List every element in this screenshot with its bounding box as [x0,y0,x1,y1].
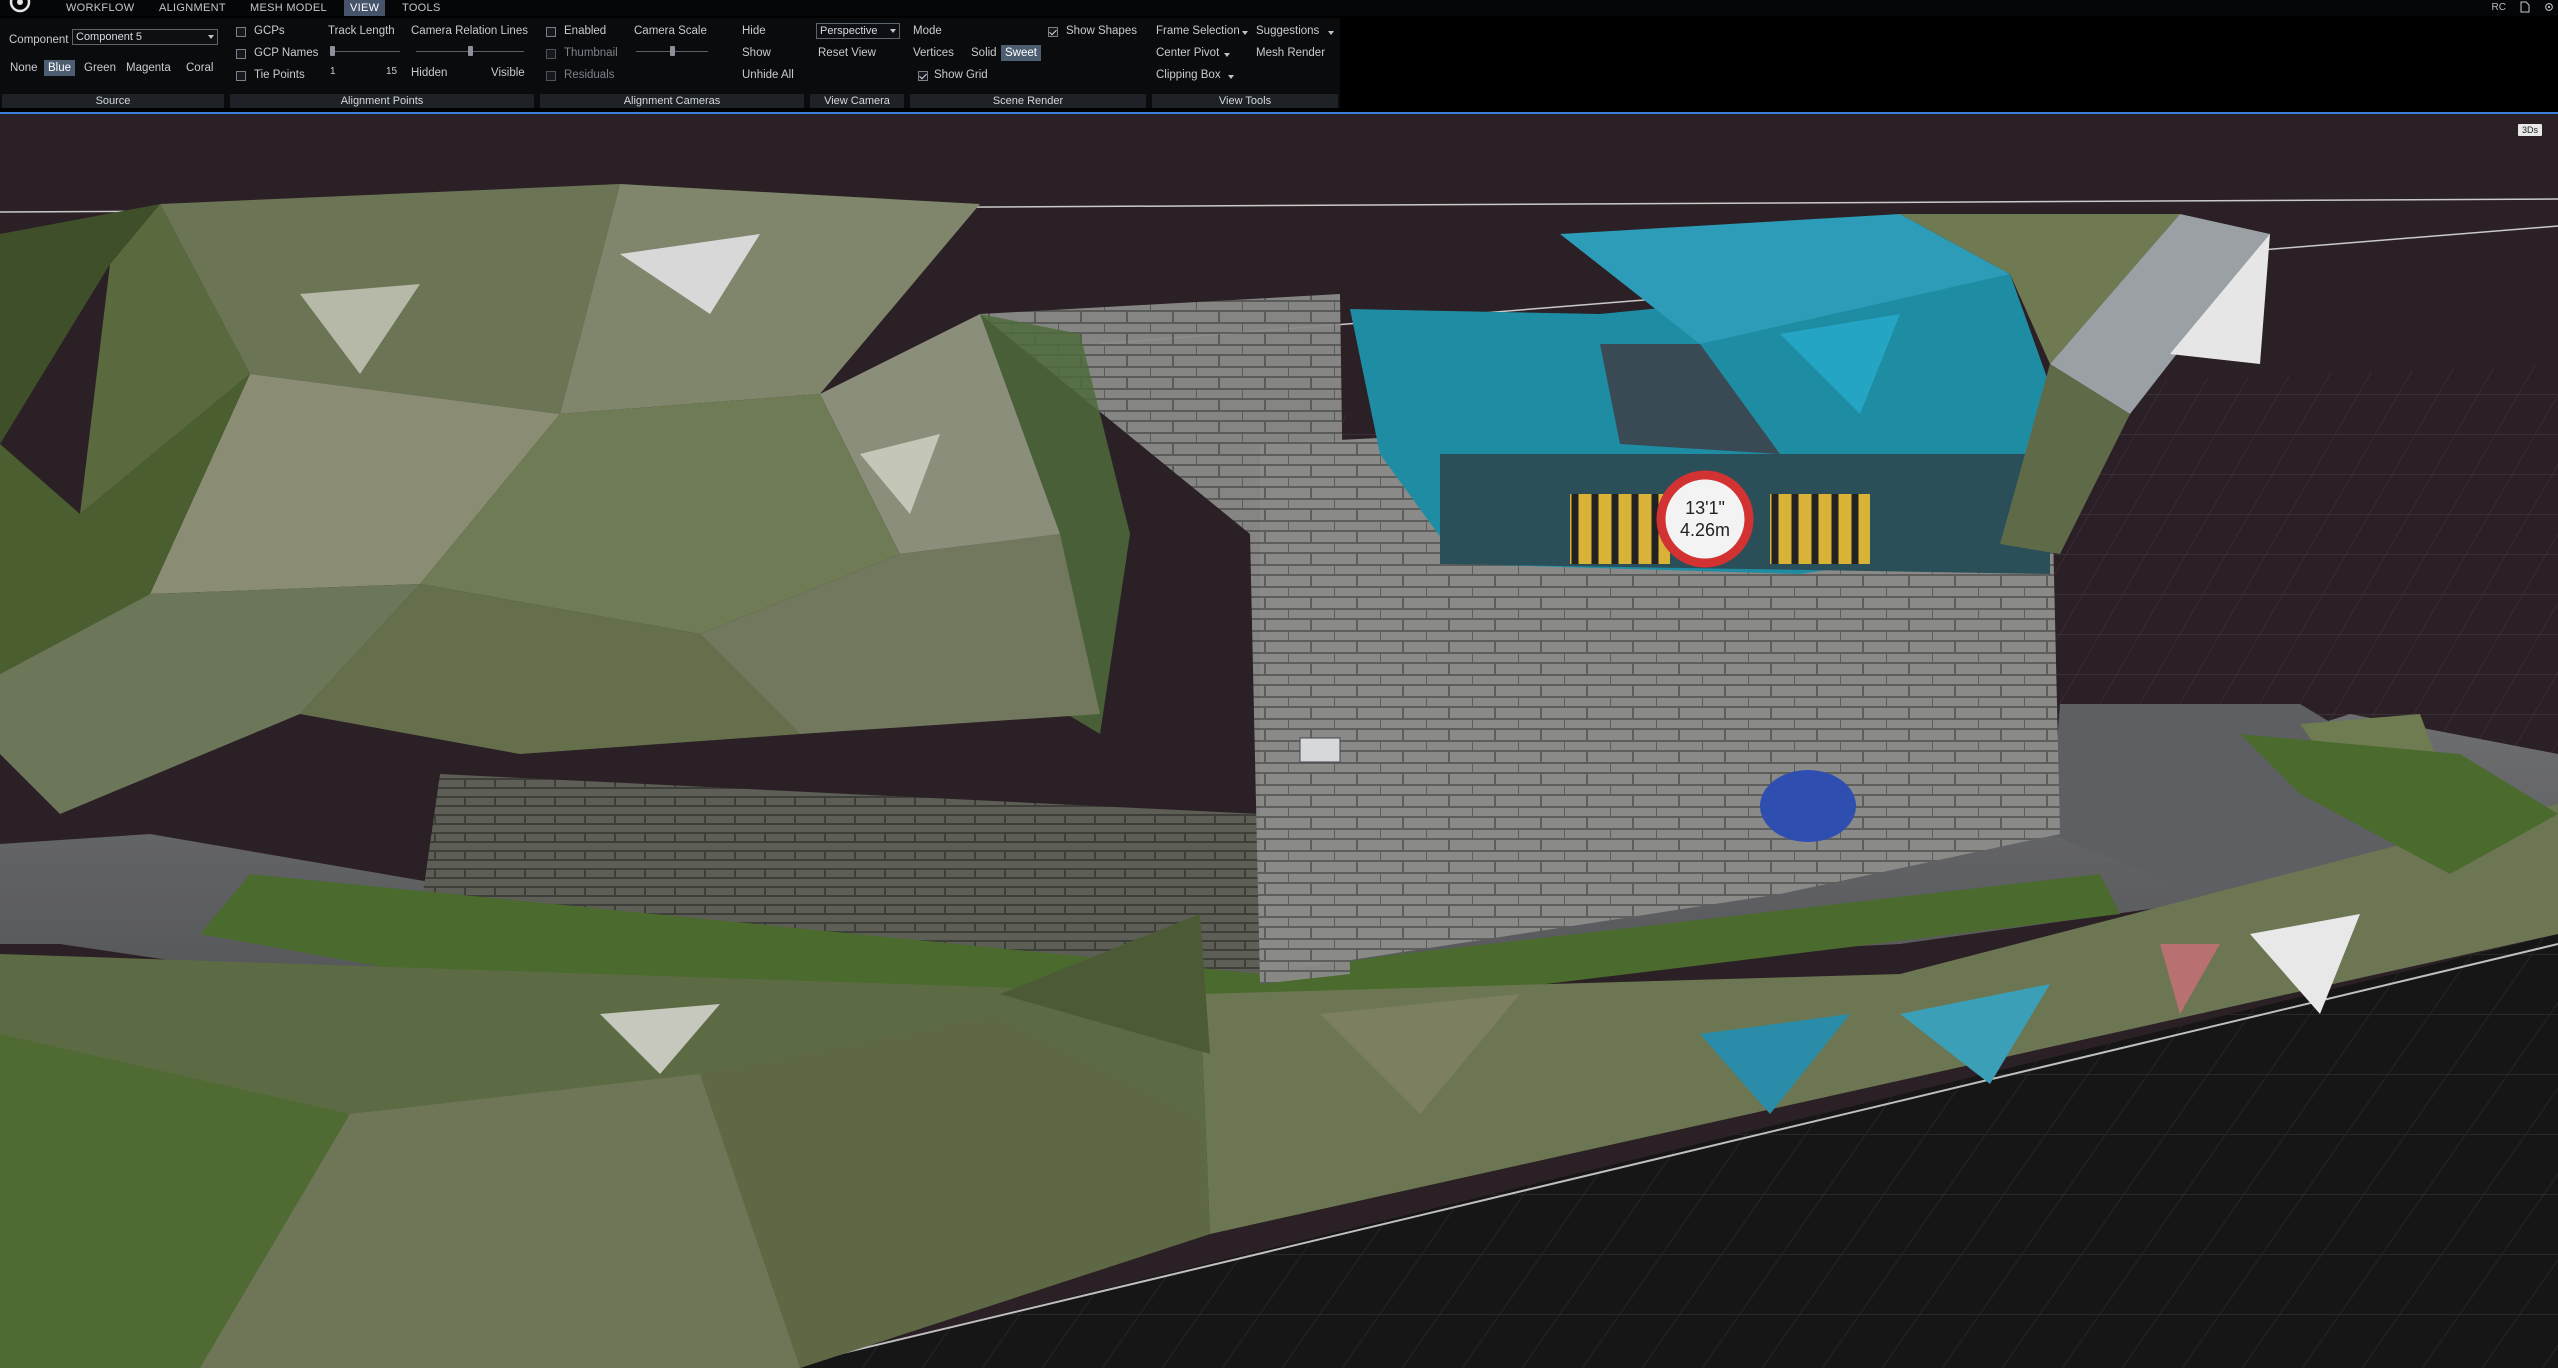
group-scene-render: Mode Vertices Solid Sweet Show Shapes Sh… [908,18,1148,108]
track-length-min: 1 [330,66,336,77]
residuals-label: Residuals [564,69,615,81]
show-shapes-checkbox[interactable] [1048,27,1058,37]
residuals-checkbox[interactable] [546,71,556,81]
chevron-down-icon[interactable] [1242,31,1248,35]
settings-icon[interactable] [2544,1,2554,13]
component-select[interactable]: Component 5 [72,29,218,45]
mode-solid-button[interactable]: Solid [967,45,1001,61]
mesh-scene[interactable]: 13'1" 4.26m [0,114,2558,1368]
tie-points-checkbox[interactable] [236,71,246,81]
chevron-down-icon[interactable] [1228,75,1234,79]
enabled-checkbox[interactable] [546,27,556,37]
view-mode-badge[interactable]: 3Ds [2517,124,2542,136]
color-magenta-button[interactable]: Magenta [122,60,175,76]
mode-label: Mode [913,25,942,37]
unhide-all-button[interactable]: Unhide All [742,69,794,81]
height-restriction-sign: 13'1" 4.26m [1656,470,1754,568]
show-shapes-label: Show Shapes [1066,25,1137,37]
clipping-box-button[interactable]: Clipping Box [1156,69,1221,81]
center-pivot-button[interactable]: Center Pivot [1156,47,1219,59]
color-coral-button[interactable]: Coral [182,60,217,76]
menu-bar: WORKFLOW ALIGNMENT MESH MODEL VIEW TOOLS… [0,0,2558,16]
show-grid-label: Show Grid [934,69,988,81]
camera-scale-label: Camera Scale [634,25,707,37]
hidden-label: Hidden [411,67,448,79]
component-select-value: Component 5 [76,31,143,43]
document-icon[interactable] [2520,1,2530,13]
reset-view-button[interactable]: Reset View [818,47,876,59]
thumbnail-checkbox[interactable] [546,49,556,59]
component-label: Component [9,34,69,46]
camera-relation-thumb[interactable] [468,46,473,56]
sign-text-metric: 4.26m [1680,520,1730,540]
group-title-alignment-cameras: Alignment Cameras [540,94,804,108]
chevron-down-icon [890,29,896,33]
tab-workflow[interactable]: WORKFLOW [60,0,140,16]
color-green-button[interactable]: Green [80,60,120,76]
color-none-button[interactable]: None [6,60,42,76]
tie-points-label: Tie Points [254,69,305,81]
group-title-scene-render: Scene Render [910,94,1146,108]
gcp-names-label: GCP Names [254,47,319,59]
tab-tools[interactable]: TOOLS [396,0,447,16]
group-alignment-cameras: Enabled Thumbnail Residuals Camera Scale… [538,18,806,108]
graffiti-blob [1760,770,1856,842]
tab-mesh-model[interactable]: MESH MODEL [244,0,333,16]
hazard-chevron-right [1770,494,1870,564]
enabled-label: Enabled [564,25,607,37]
app-logo-icon[interactable] [4,0,38,14]
frame-selection-button[interactable]: Frame Selection [1156,25,1240,37]
group-title-source: Source [2,94,224,108]
group-title-view-tools: View Tools [1152,94,1338,108]
group-title-alignment-points: Alignment Points [230,94,534,108]
mesh-render-button[interactable]: Mesh Render [1256,47,1325,59]
mode-sweet-button[interactable]: Sweet [1001,45,1041,61]
track-length-slider[interactable] [330,51,400,52]
group-source: Component Component 5 None Blue Green Ma… [0,18,226,108]
wall-plaque [1299,737,1341,763]
3d-viewport[interactable]: 13'1" 4.26m 3Ds [0,112,2558,1368]
projection-select[interactable]: Perspective [816,23,900,39]
group-view-tools: Frame Selection Suggestions Center Pivot… [1150,18,1340,108]
chevron-down-icon[interactable] [1224,53,1230,57]
ribbon-toolbar: Component Component 5 None Blue Green Ma… [0,18,1340,108]
window-controls: RC [2492,0,2554,14]
gcps-checkbox[interactable] [236,27,246,37]
gcp-names-checkbox[interactable] [236,49,246,59]
group-view-camera: Perspective Reset View View Camera [808,18,906,108]
chevron-down-icon[interactable] [1328,31,1334,35]
suggestions-button[interactable]: Suggestions [1256,25,1319,37]
hazard-chevron-left [1570,494,1670,564]
mode-vertices-button[interactable]: Vertices [909,45,958,61]
track-length-max: 15 [386,66,398,77]
hide-button[interactable]: Hide [742,25,766,37]
camera-relation-lines-label: Camera Relation Lines [411,25,528,37]
projection-select-value: Perspective [820,25,878,37]
rc-label: RC [2491,1,2506,13]
sign-text-imperial: 13'1" [1685,498,1725,518]
group-alignment-points: GCPs GCP Names Tie Points Track Length 1… [228,18,536,108]
tab-view[interactable]: VIEW [344,0,386,16]
gcps-label: GCPs [254,25,285,37]
color-blue-button[interactable]: Blue [44,60,76,76]
track-length-label: Track Length [328,25,395,37]
chevron-down-icon [208,35,214,39]
tab-alignment[interactable]: ALIGNMENT [153,0,232,16]
camera-scale-thumb[interactable] [670,46,675,56]
thumbnail-label: Thumbnail [564,47,618,59]
track-length-thumb[interactable] [330,46,335,56]
group-title-view-camera: View Camera [810,94,904,108]
show-button[interactable]: Show [742,47,771,59]
show-grid-checkbox[interactable] [918,71,928,81]
visible-label: Visible [491,67,525,79]
